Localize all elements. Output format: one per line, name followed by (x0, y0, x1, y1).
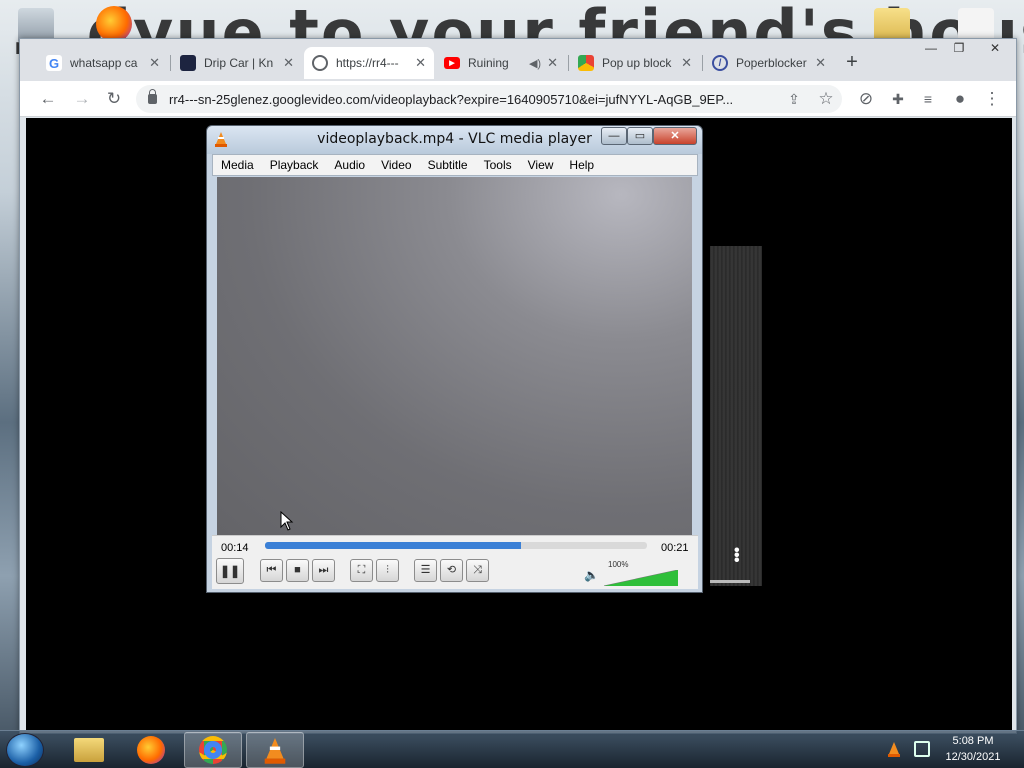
vlc-titlebar[interactable]: videoplayback.mp4 - VLC media player — ▭… (207, 126, 702, 154)
tab-separator (170, 55, 171, 71)
tab-title: Pop up block (602, 56, 672, 70)
vlc-menubar: Media Playback Audio Video Subtitle Tool… (212, 154, 698, 176)
volume-speaker-icon[interactable]: 🔈 (584, 568, 599, 582)
taskbar-explorer-icon[interactable] (60, 732, 118, 768)
url-text: rr4---sn-25glenez.googlevideo.com/videop… (169, 91, 734, 107)
poperblocker-extension-icon[interactable]: ⊘ (856, 89, 876, 109)
menu-audio[interactable]: Audio (326, 158, 373, 172)
address-bar[interactable]: rr4---sn-25glenez.googlevideo.com/videop… (136, 85, 842, 113)
elapsed-time: 00:14 (221, 542, 249, 554)
menu-playback[interactable]: Playback (262, 158, 327, 172)
extended-settings-button[interactable]: ⫶ (376, 559, 399, 582)
taskbar-firefox-icon[interactable] (122, 732, 180, 768)
tab-title: Ruining (468, 56, 509, 70)
close-tab-icon[interactable]: ✕ (815, 55, 826, 71)
start-button[interactable] (6, 733, 44, 767)
block-icon: / (712, 55, 728, 71)
volume-slider[interactable] (604, 570, 678, 586)
profile-avatar-icon[interactable]: ● (950, 89, 970, 109)
vlc-window: videoplayback.mp4 - VLC media player — ▭… (206, 125, 703, 593)
tray-vlc-icon[interactable] (886, 741, 902, 757)
tray-network-icon[interactable] (914, 741, 930, 757)
tab-title: whatsapp ca (70, 56, 138, 70)
globe-icon (312, 55, 328, 71)
bookmark-star-icon[interactable]: ☆ (816, 89, 836, 109)
vlc-close-button[interactable]: ✕ (653, 127, 697, 145)
forward-button[interactable]: → (72, 89, 92, 109)
tab-ruining[interactable]: ▶ Ruining ◀) ✕ (436, 47, 566, 79)
menu-subtitle[interactable]: Subtitle (420, 158, 476, 172)
firefox-desktop-icon[interactable] (96, 6, 132, 42)
shuffle-button[interactable]: ⤨ (466, 559, 489, 582)
volume-percent: 100% (608, 560, 629, 569)
mouse-cursor-icon (280, 511, 294, 531)
maximize-button[interactable]: ❐ (946, 41, 972, 57)
stop-button[interactable]: ■ (286, 559, 309, 582)
menu-view[interactable]: View (520, 158, 562, 172)
tab-poperblocker[interactable]: / Poperblocker ✕ (704, 47, 834, 79)
seek-progress (265, 542, 521, 549)
close-tab-icon[interactable]: ✕ (415, 55, 426, 71)
close-tab-icon[interactable]: ✕ (547, 55, 558, 71)
close-tab-icon[interactable]: ✕ (681, 55, 692, 71)
tab-separator (702, 55, 703, 71)
tab-title: Drip Car | Kn (204, 56, 274, 70)
site-favicon-icon (180, 55, 196, 71)
menu-kebab-icon[interactable]: ⋮ (982, 89, 1002, 109)
tab-drip-car[interactable]: Drip Car | Kn ✕ (172, 47, 302, 79)
pause-button[interactable]: ❚❚ (216, 558, 244, 584)
clock-time[interactable]: 5:08 PM (933, 735, 1013, 747)
taskbar-vlc-icon[interactable] (246, 732, 304, 768)
previous-button[interactable]: ⏮ (260, 559, 283, 582)
browser-toolbar: ← → ↻ rr4---sn-25glenez.googlevideo.com/… (20, 81, 1016, 117)
tab-title: Poperblocker (736, 56, 807, 70)
close-tab-icon[interactable]: ✕ (149, 55, 160, 71)
minimize-button[interactable]: — (918, 41, 944, 57)
close-window-button[interactable]: ✕ (982, 41, 1008, 57)
tab-separator (568, 55, 569, 71)
vlc-minimize-button[interactable]: — (601, 127, 627, 145)
back-button[interactable]: ← (38, 89, 58, 109)
chrome-store-icon (578, 55, 594, 71)
clock-date[interactable]: 12/30/2021 (933, 751, 1013, 763)
vlc-maximize-button[interactable]: ▭ (627, 127, 653, 145)
loop-button[interactable]: ⟲ (440, 559, 463, 582)
taskbar: 5:08 PM 12/30/2021 (0, 730, 1024, 768)
google-icon: G (46, 55, 62, 71)
extensions-puzzle-icon[interactable]: ✚ (888, 89, 908, 109)
new-tab-button[interactable]: + (840, 51, 864, 75)
video-scrub-bar[interactable] (710, 580, 750, 583)
next-button[interactable]: ⏭ (312, 559, 335, 582)
menu-media[interactable]: Media (213, 158, 262, 172)
menu-tools[interactable]: Tools (476, 158, 520, 172)
lock-icon (148, 89, 157, 104)
vlc-video-surface[interactable] (217, 177, 692, 535)
speaker-icon[interactable]: ◀) (529, 57, 541, 70)
media-control-icon[interactable]: ≡ (918, 89, 938, 109)
seek-bar[interactable] (265, 542, 647, 549)
total-time: 00:21 (661, 542, 689, 554)
fullscreen-button[interactable]: ⛶ (350, 559, 373, 582)
tab-title: https://rr4--- (336, 56, 399, 70)
reload-button[interactable]: ↻ (104, 89, 124, 109)
tab-whatsapp[interactable]: G whatsapp ca ✕ (38, 47, 168, 79)
desktop: ...dyue to your friend's house w... G wh… (0, 0, 1024, 768)
playlist-button[interactable]: ☰ (414, 559, 437, 582)
tab-videoplayback[interactable]: https://rr4--- ✕ (304, 47, 434, 79)
tab-strip: G whatsapp ca ✕ Drip Car | Kn ✕ https://… (20, 39, 1016, 81)
vlc-controls: 00:14 00:21 ❚❚ ⏮ ■ ⏭ ⛶ ⫶ ☰ ⟲ ⤨ 🔈 100% (212, 535, 698, 589)
background-video-frame (710, 246, 762, 586)
video-more-options-icon[interactable]: • • • (734, 543, 740, 569)
menu-help[interactable]: Help (561, 158, 602, 172)
tab-pop-up-block[interactable]: Pop up block ✕ (570, 47, 700, 79)
share-icon[interactable]: ⇪ (784, 89, 804, 109)
taskbar-chrome-icon[interactable] (184, 732, 242, 768)
menu-video[interactable]: Video (373, 158, 419, 172)
close-tab-icon[interactable]: ✕ (283, 55, 294, 71)
youtube-icon: ▶ (444, 57, 460, 69)
